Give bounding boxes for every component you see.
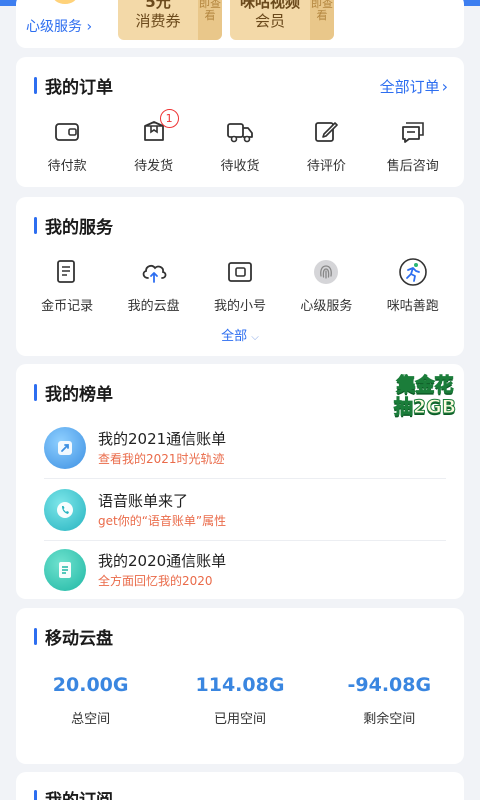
ranking-item-subtitle: 查看我的2021时光轨迹 <box>98 452 225 466</box>
stat-label: 剩余空间 <box>363 712 416 727</box>
top-benefits-card: 心级服务 › 5元 消费券 即查看 咪咕视频 会员 即查看 <box>16 0 464 48</box>
chevron-right-icon: › <box>86 19 93 35</box>
title-bar <box>34 627 37 645</box>
vip-type: 会员 <box>254 12 285 30</box>
vip-view-label[interactable]: 即查看 <box>310 0 334 40</box>
service-coin-records[interactable]: 金币记录 <box>27 257 107 314</box>
coupon-card[interactable]: 5元 消费券 即查看 <box>118 0 222 40</box>
service-level-link-label: 心级服务 <box>26 19 82 35</box>
coupon-view-label[interactable]: 即查看 <box>198 0 222 40</box>
promo-badge[interactable]: 集金花 抽2GB <box>388 374 462 419</box>
wallet-icon <box>52 117 82 147</box>
expand-all-services[interactable]: 全部 ⌵ <box>16 325 464 344</box>
service-item-label: 金币记录 <box>41 299 94 314</box>
cloud-stats: 20.00G 总空间 114.08G 已用空间 -94.08G 剩余空间 <box>16 674 464 727</box>
service-item-label: 我的小号 <box>213 299 266 314</box>
ranking-item-2021-bill[interactable]: 我的2021通信账单 查看我的2021时光轨迹 <box>44 418 446 478</box>
coupon-amount: 5元 <box>145 0 171 11</box>
cloud-stat-total: 20.00G 总空间 <box>21 674 161 727</box>
divider <box>44 478 446 479</box>
title-bar <box>34 789 37 800</box>
ranking-title-text: 我的榜单 <box>45 384 113 405</box>
rocket-icon <box>44 427 86 469</box>
phone-icon <box>44 489 86 531</box>
vip-card[interactable]: 咪咕视频 会员 即查看 <box>230 0 334 40</box>
cloud-stat-used: 114.08G 已用空间 <box>170 674 310 727</box>
cloud-upload-icon <box>139 257 169 287</box>
ranking-item-voice-bill[interactable]: 语音账单来了 get你的“语音账单”属性 <box>44 480 446 540</box>
order-pending-shipment[interactable]: 1 待发货 <box>114 109 194 174</box>
title-bar <box>34 76 37 94</box>
ranking-card: 我的榜单 集金花 抽2GB 我的2021通信账单 查看我的2021时光轨迹 语音… <box>16 364 464 599</box>
service-migu-run[interactable]: 咪咕善跑 <box>373 257 453 314</box>
cloud-card[interactable]: 移动云盘 20.00G 总空间 114.08G 已用空间 -94.08G 剩余空… <box>16 608 464 764</box>
expand-all-label: 全部 <box>221 329 248 344</box>
order-item-label: 待评价 <box>306 159 346 174</box>
coin-icon <box>52 0 78 4</box>
all-orders-label: 全部订单 <box>379 78 440 96</box>
order-count-badge: 1 <box>159 109 179 128</box>
stat-value: 114.08G <box>195 674 285 696</box>
order-item-label: 待发货 <box>134 159 174 174</box>
stat-label: 已用空间 <box>213 712 266 727</box>
services-card: 我的服务 金币记录 我的云盘 我的小号 心级服务 咪咕善跑 全部 ⌵ <box>16 197 464 356</box>
ranking-item-subtitle: get你的“语音账单”属性 <box>98 514 227 528</box>
cloud-title: 移动云盘 <box>34 626 113 649</box>
document-icon <box>52 257 82 287</box>
edit-icon <box>311 117 341 147</box>
order-item-label: 售后咨询 <box>386 159 439 174</box>
chevron-right-icon: › <box>441 77 448 96</box>
note-icon <box>44 549 86 591</box>
ranking-item-title: 我的2021通信账单 <box>98 430 227 448</box>
ranking-title: 我的榜单 <box>34 382 113 405</box>
service-my-number[interactable]: 我的小号 <box>200 257 280 314</box>
order-item-label: 待收货 <box>220 159 260 174</box>
order-pending-receipt[interactable]: 待收货 <box>200 117 280 174</box>
services-title: 我的服务 <box>34 215 113 238</box>
title-bar <box>34 216 37 234</box>
all-orders-link[interactable]: 全部订单 › <box>380 76 448 97</box>
cloud-title-text: 移动云盘 <box>45 628 113 649</box>
orders-title-text: 我的订单 <box>45 77 113 98</box>
orders-card: 我的订单 全部订单 › 待付款 1 待发货 待收货 待评价 售后咨询 <box>16 57 464 187</box>
runner-icon <box>398 257 428 287</box>
stat-label: 总空间 <box>71 712 111 727</box>
order-pending-review[interactable]: 待评价 <box>286 117 366 174</box>
chat-icon <box>398 117 428 147</box>
services-title-text: 我的服务 <box>45 217 113 238</box>
ranking-item-title: 语音账单来了 <box>98 492 189 510</box>
orders-grid: 待付款 1 待发货 待收货 待评价 售后咨询 <box>16 109 464 174</box>
order-after-sales[interactable]: 售后咨询 <box>373 117 453 174</box>
service-my-cloud[interactable]: 我的云盘 <box>114 257 194 314</box>
sim-card-icon <box>225 257 255 287</box>
stat-value: -94.08G <box>347 674 432 696</box>
coupon-name: 消费券 <box>135 12 181 30</box>
promo-line-1: 集金花 <box>396 374 454 397</box>
service-level-link[interactable]: 心级服务 › <box>26 16 92 36</box>
service-heart-level[interactable]: 心级服务 <box>286 257 366 314</box>
order-pending-payment[interactable]: 待付款 <box>27 117 107 174</box>
fingerprint-icon <box>311 257 341 287</box>
service-item-label: 心级服务 <box>300 299 353 314</box>
promo-line-2: 抽2GB <box>393 396 457 419</box>
chevron-down-icon: ⌵ <box>251 332 259 343</box>
ranking-item-subtitle: 全方面回忆我的2020 <box>98 574 213 588</box>
subscription-title-text: 我的订阅 <box>45 786 113 800</box>
ranking-item-title: 我的2020通信账单 <box>98 552 227 570</box>
truck-icon <box>225 117 255 147</box>
service-item-label: 咪咕善跑 <box>386 299 439 314</box>
subscription-title: 我的订阅 <box>34 788 113 800</box>
services-grid: 金币记录 我的云盘 我的小号 心级服务 咪咕善跑 <box>16 257 464 314</box>
service-item-label: 我的云盘 <box>127 299 180 314</box>
ranking-item-2020-bill[interactable]: 我的2020通信账单 全方面回忆我的2020 <box>44 540 446 599</box>
order-item-label: 待付款 <box>47 159 87 174</box>
orders-title: 我的订单 <box>34 75 113 98</box>
title-bar <box>34 383 37 401</box>
subscription-card: 我的订阅 <box>16 772 464 800</box>
cloud-stat-remaining: -94.08G 剩余空间 <box>319 674 459 727</box>
stat-value: 20.00G <box>52 674 129 696</box>
vip-name: 咪咕视频 <box>239 0 300 11</box>
